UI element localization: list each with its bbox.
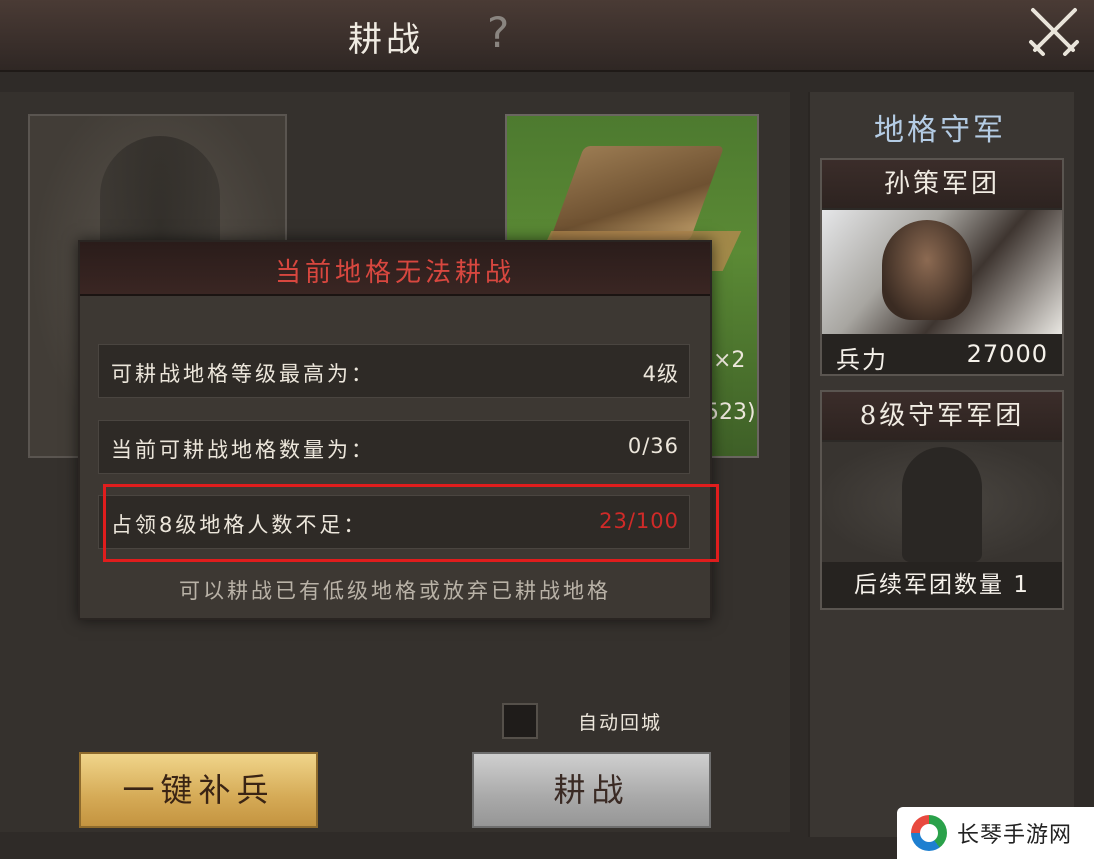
auto-return-checkbox[interactable] bbox=[502, 703, 538, 739]
farm-battle-dialog: 当前地格无法耕战 可耕战地格等级最高为： 4级 当前可耕战地格数量为： 0/36… bbox=[78, 240, 712, 620]
row-value: 0/36 bbox=[627, 434, 679, 458]
reward-multiplier: ×2 bbox=[713, 348, 746, 373]
farm-battle-button[interactable]: 耕战 bbox=[472, 752, 711, 828]
watermark: 长琴手游网 bbox=[897, 807, 1094, 859]
help-icon[interactable]: ? bbox=[487, 8, 509, 57]
top-bar: 耕战 ? bbox=[0, 0, 1094, 72]
replenish-troops-button[interactable]: 一键补兵 bbox=[79, 752, 318, 828]
row-label: 可耕战地格等级最高为： bbox=[111, 362, 375, 386]
dialog-hint: 可以耕战已有低级地格或放弃已耕战地格 bbox=[179, 579, 611, 603]
row-value-warning: 23/100 bbox=[599, 509, 679, 533]
army-portrait bbox=[822, 210, 1062, 334]
army-card-guard[interactable]: 8级守军军团 后续军团数量 1 bbox=[820, 390, 1064, 610]
watermark-logo-icon bbox=[911, 815, 947, 851]
watermark-text: 长琴手游网 bbox=[957, 822, 1073, 847]
reward-count: 523) bbox=[705, 400, 756, 425]
row-label: 占领8级地格人数不足： bbox=[111, 513, 368, 537]
army-name: 8级守军军团 bbox=[822, 392, 1062, 440]
army-name: 孙策军团 bbox=[822, 160, 1062, 208]
followup-count: 后续军团数量 1 bbox=[822, 562, 1062, 608]
occupy-count-row: 占领8级地格人数不足： 23/100 bbox=[98, 495, 690, 549]
max-level-row: 可耕战地格等级最高为： 4级 bbox=[98, 344, 690, 398]
row-label: 当前可耕战地格数量为： bbox=[111, 438, 375, 462]
dialog-title: 当前地格无法耕战 bbox=[274, 258, 515, 288]
troops-label: 兵力 bbox=[836, 346, 888, 374]
army-troops: 兵力 27000 bbox=[822, 334, 1062, 374]
page-title: 耕战 bbox=[348, 20, 424, 60]
tile-count-row: 当前可耕战地格数量为： 0/36 bbox=[98, 420, 690, 474]
side-title: 地格守军 bbox=[874, 113, 1006, 148]
row-value: 4级 bbox=[642, 362, 679, 386]
crossed-swords-close-icon[interactable] bbox=[1025, 4, 1083, 62]
town-buildings bbox=[549, 146, 725, 241]
troops-value: 27000 bbox=[966, 340, 1048, 368]
general-face bbox=[882, 220, 972, 320]
auto-return-label: 自动回城 bbox=[578, 712, 663, 734]
dialog-header: 当前地格无法耕战 bbox=[80, 242, 710, 296]
army-portrait bbox=[822, 442, 1062, 562]
army-card-sunce[interactable]: 孙策军团 兵力 27000 bbox=[820, 158, 1064, 376]
guard-silhouette bbox=[902, 447, 982, 562]
